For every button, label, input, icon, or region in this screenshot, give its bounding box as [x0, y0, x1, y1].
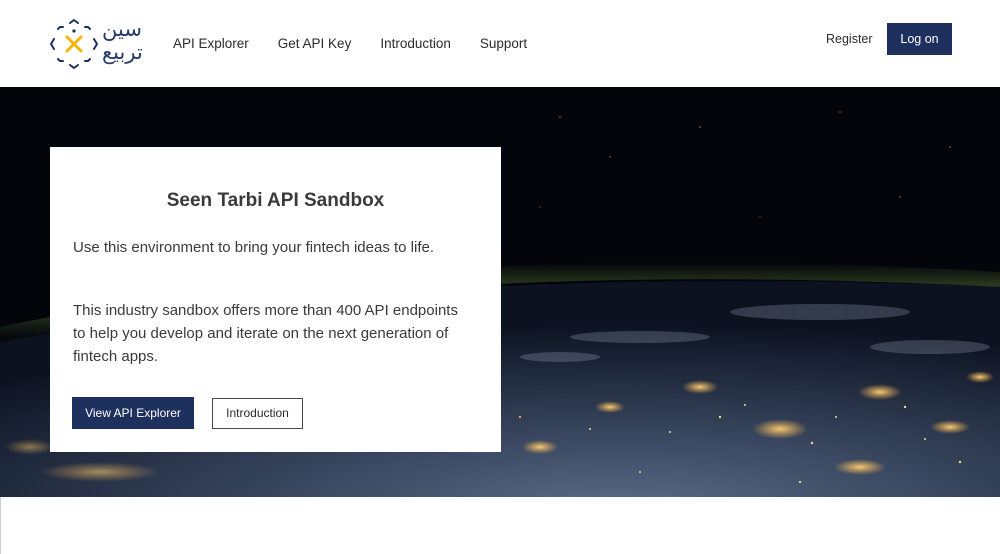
nav-introduction[interactable]: Introduction: [380, 36, 451, 51]
introduction-button[interactable]: Introduction: [212, 398, 303, 429]
brand-logo[interactable]: سين تربيع: [48, 17, 152, 71]
site-header: سين تربيع API Explorer Get API Key Intro…: [0, 0, 1000, 87]
register-link[interactable]: Register: [826, 32, 873, 46]
nav-api-explorer[interactable]: API Explorer: [173, 36, 249, 51]
logo-wordmark: سين تربيع: [102, 18, 152, 64]
hero-title: Seen Tarbi API Sandbox: [166, 190, 385, 211]
hero-banner: Seen Tarbi API Sandbox Use this environm…: [0, 87, 1000, 497]
logo-line-1: سين: [102, 17, 142, 41]
hero-description: This industry sandbox offers more than 4…: [73, 302, 458, 365]
view-api-explorer-button[interactable]: View API Explorer: [72, 397, 194, 429]
nav-get-api-key[interactable]: Get API Key: [278, 36, 352, 51]
nav-support[interactable]: Support: [480, 36, 527, 51]
logo-line-2: تربيع: [102, 40, 143, 64]
logo-mark-icon: [50, 19, 98, 69]
hero-card: Seen Tarbi API Sandbox Use this environm…: [50, 147, 501, 452]
main-nav: API Explorer Get API Key Introduction Su…: [173, 36, 556, 51]
hero-intro: Use this environment to bring your finte…: [73, 239, 435, 256]
logon-button[interactable]: Log on: [887, 23, 952, 55]
